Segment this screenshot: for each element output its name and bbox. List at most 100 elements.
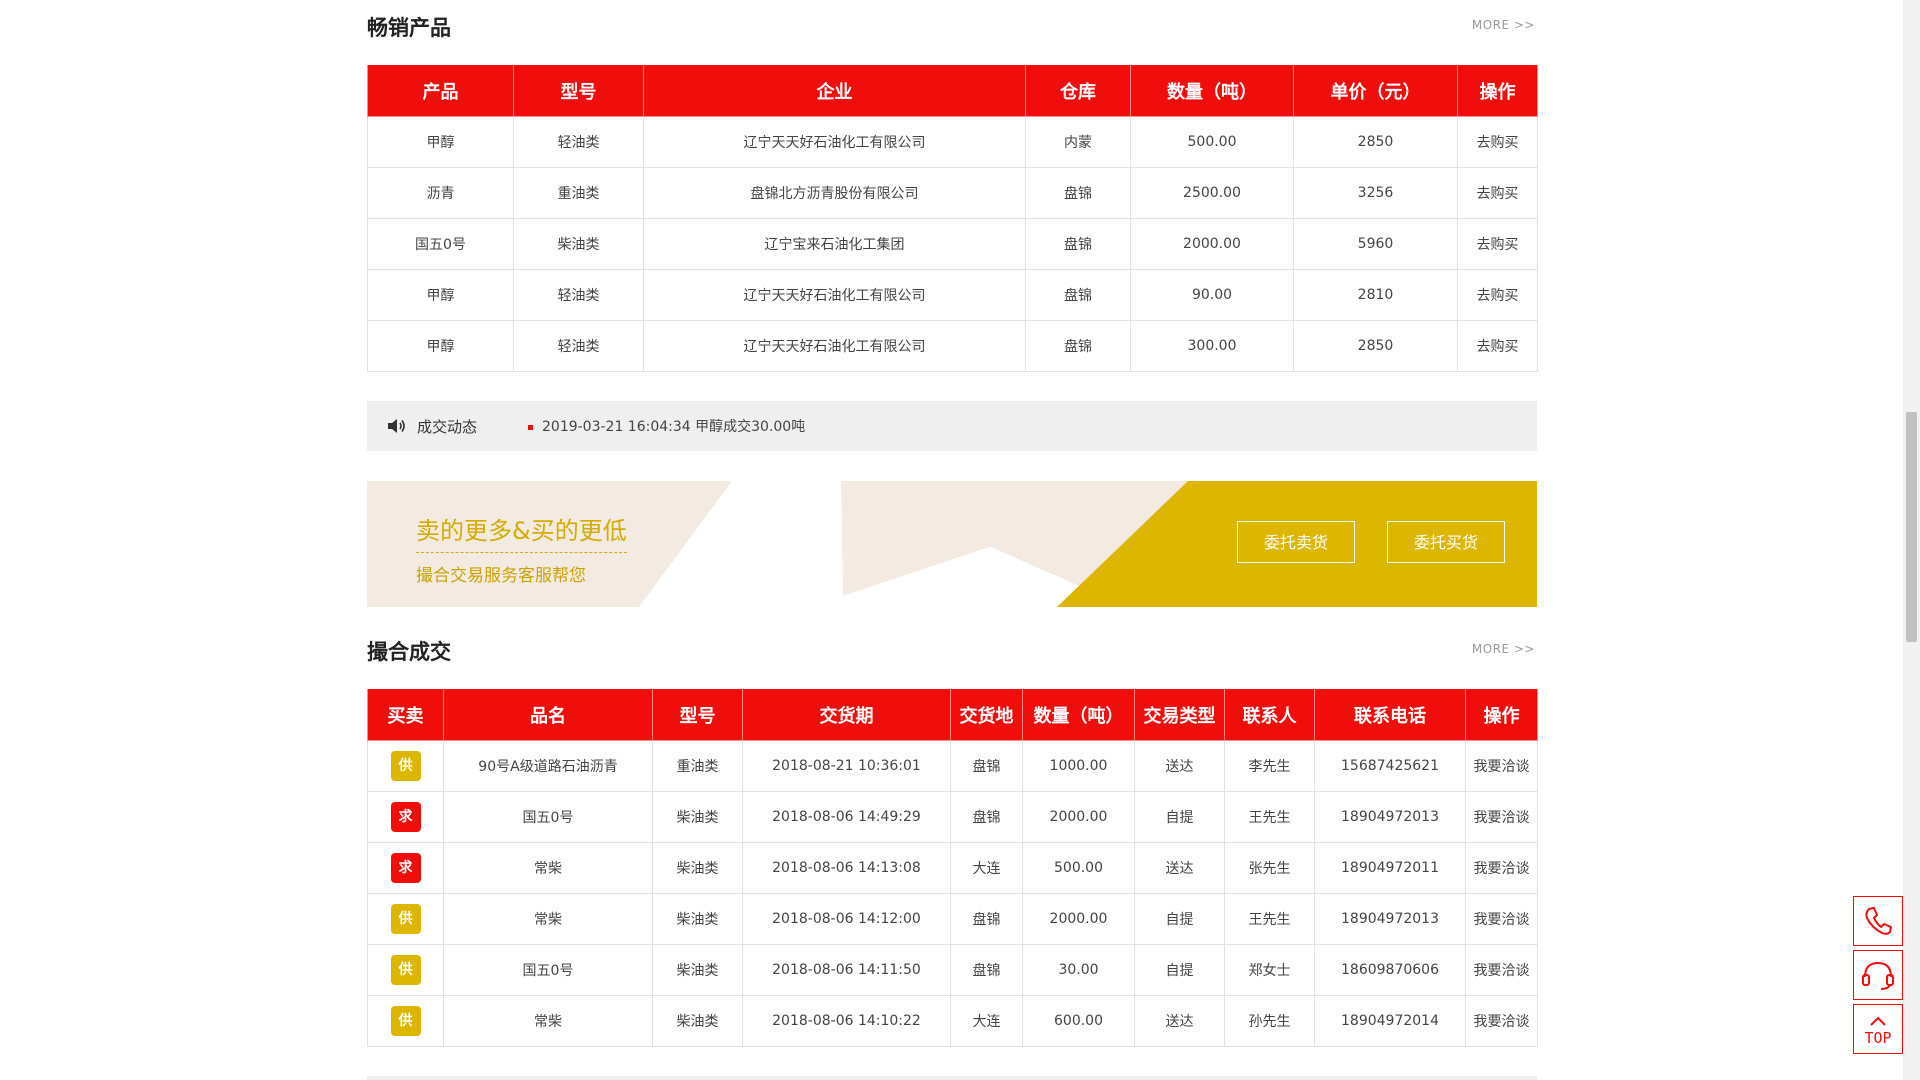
- bestsellers-more-link[interactable]: MORE >>: [1472, 18, 1535, 32]
- cell-model: 柴油类: [513, 218, 644, 270]
- col-header-price: 单价（元）: [1293, 65, 1458, 117]
- table-row: 甲醇 轻油类 辽宁天天好石油化工有限公司 内蒙 500.00 2850 去购买: [367, 116, 1538, 168]
- cell-product: 甲醇: [367, 269, 514, 321]
- phone-icon: [1854, 907, 1902, 949]
- cell-product-name: 90号A级道路石油沥青: [443, 740, 653, 792]
- cell-model: 柴油类: [652, 842, 743, 894]
- buy-link[interactable]: 去购买: [1457, 167, 1538, 219]
- table-row: 甲醇 轻油类 辽宁天天好石油化工有限公司 盘锦 90.00 2810 去购买: [367, 269, 1538, 321]
- cell-model: 重油类: [513, 167, 644, 219]
- matched-header: 撮合成交 MORE >>: [367, 624, 1537, 680]
- col-header-product: 产品: [367, 65, 514, 117]
- demand-tag: 求: [390, 853, 421, 883]
- banner-title: 卖的更多&买的更低: [416, 511, 627, 553]
- arrow-up-icon: [1870, 1011, 1886, 1030]
- matched-more-link[interactable]: MORE >>: [1472, 642, 1535, 656]
- matchmaking-banner: 卖的更多&买的更低 撮合交易服务客服帮您 委托卖货 委托买货: [367, 481, 1537, 607]
- supply-tag: 供: [390, 904, 421, 934]
- cell-model: 轻油类: [513, 269, 644, 321]
- consign-buy-button[interactable]: 委托买货: [1387, 521, 1505, 563]
- buy-link[interactable]: 去购买: [1457, 320, 1538, 372]
- cell-company: 盘锦北方沥青股份有限公司: [643, 167, 1026, 219]
- cell-delivery-date: 2018-08-21 10:36:01: [742, 740, 951, 792]
- cell-trade-type: 送达: [1134, 842, 1225, 894]
- negotiate-link[interactable]: 我要洽谈: [1465, 791, 1538, 843]
- table-row: 供 国五0号 柴油类 2018-08-06 14:11:50 盘锦 30.00 …: [367, 944, 1538, 996]
- phone-button[interactable]: [1853, 896, 1903, 946]
- section-divider: [367, 1076, 1537, 1080]
- buy-link[interactable]: 去购买: [1457, 218, 1538, 270]
- supply-tag: 供: [390, 955, 421, 985]
- cell-buy-sell: 供: [367, 944, 444, 996]
- cell-quantity: 500.00: [1022, 842, 1135, 894]
- cell-delivery-date: 2018-08-06 14:10:22: [742, 995, 951, 1047]
- cell-phone: 15687425621: [1314, 740, 1466, 792]
- customer-service-button[interactable]: [1853, 950, 1903, 1000]
- cell-phone: 18904972013: [1314, 893, 1466, 945]
- deal-news-bullet: [528, 425, 533, 430]
- main-content: 畅销产品 MORE >> 产品 型号 企业 仓库 数量（吨） 单价（元） 操作 …: [367, 0, 1538, 1080]
- col-header-model: 型号: [652, 689, 743, 741]
- col-header-model: 型号: [513, 65, 644, 117]
- col-header-delivery-place: 交货地: [950, 689, 1023, 741]
- bestsellers-table: 产品 型号 企业 仓库 数量（吨） 单价（元） 操作 甲醇 轻油类 辽宁天天好石…: [367, 65, 1538, 372]
- cell-delivery-place: 大连: [950, 842, 1023, 894]
- cell-phone: 18904972013: [1314, 791, 1466, 843]
- cell-product-name: 国五0号: [443, 791, 653, 843]
- negotiate-link[interactable]: 我要洽谈: [1465, 893, 1538, 945]
- page-scrollbar[interactable]: [1903, 0, 1920, 1080]
- cell-contact: 王先生: [1224, 893, 1315, 945]
- cell-warehouse: 盘锦: [1025, 320, 1131, 372]
- speaker-icon: [387, 417, 407, 439]
- cell-delivery-place: 盘锦: [950, 740, 1023, 792]
- cell-delivery-place: 盘锦: [950, 791, 1023, 843]
- col-header-trade-type: 交易类型: [1134, 689, 1225, 741]
- cell-delivery-date: 2018-08-06 14:13:08: [742, 842, 951, 894]
- consign-sell-button[interactable]: 委托卖货: [1237, 521, 1355, 563]
- back-to-top-button[interactable]: TOP: [1853, 1004, 1903, 1054]
- cell-delivery-date: 2018-08-06 14:49:29: [742, 791, 951, 843]
- cell-contact: 王先生: [1224, 791, 1315, 843]
- table-row: 供 常柴 柴油类 2018-08-06 14:12:00 盘锦 2000.00 …: [367, 893, 1538, 945]
- negotiate-link[interactable]: 我要洽谈: [1465, 842, 1538, 894]
- buy-link[interactable]: 去购买: [1457, 269, 1538, 321]
- negotiate-link[interactable]: 我要洽谈: [1465, 944, 1538, 996]
- cell-price: 2850: [1293, 320, 1458, 372]
- col-header-company: 企业: [643, 65, 1026, 117]
- table-row: 沥青 重油类 盘锦北方沥青股份有限公司 盘锦 2500.00 3256 去购买: [367, 167, 1538, 219]
- cell-delivery-place: 盘锦: [950, 893, 1023, 945]
- cell-warehouse: 盘锦: [1025, 269, 1131, 321]
- supply-tag: 供: [390, 751, 421, 781]
- buy-link[interactable]: 去购买: [1457, 116, 1538, 168]
- cell-buy-sell: 供: [367, 893, 444, 945]
- scrollbar-thumb[interactable]: [1906, 412, 1917, 642]
- cell-quantity: 2500.00: [1130, 167, 1294, 219]
- cell-product: 甲醇: [367, 116, 514, 168]
- cell-quantity: 2000.00: [1130, 218, 1294, 270]
- cell-delivery-date: 2018-08-06 14:11:50: [742, 944, 951, 996]
- deal-news-bar: 成交动态 2019-03-21 16:04:34 甲醇成交30.00吨: [367, 401, 1537, 451]
- cell-model: 轻油类: [513, 320, 644, 372]
- cell-product: 国五0号: [367, 218, 514, 270]
- col-header-buy-sell: 买卖: [367, 689, 444, 741]
- cell-model: 柴油类: [652, 995, 743, 1047]
- table-row: 求 国五0号 柴油类 2018-08-06 14:49:29 盘锦 2000.0…: [367, 791, 1538, 843]
- negotiate-link[interactable]: 我要洽谈: [1465, 995, 1538, 1047]
- cell-buy-sell: 供: [367, 740, 444, 792]
- cell-delivery-place: 盘锦: [950, 944, 1023, 996]
- negotiate-link[interactable]: 我要洽谈: [1465, 740, 1538, 792]
- cell-company: 辽宁天天好石油化工有限公司: [643, 116, 1026, 168]
- cell-trade-type: 送达: [1134, 995, 1225, 1047]
- cell-company: 辽宁天天好石油化工有限公司: [643, 269, 1026, 321]
- cell-contact: 孙先生: [1224, 995, 1315, 1047]
- cell-model: 柴油类: [652, 893, 743, 945]
- col-header-delivery-date: 交货期: [742, 689, 951, 741]
- cell-trade-type: 自提: [1134, 791, 1225, 843]
- col-header-contact: 联系人: [1224, 689, 1315, 741]
- col-header-action: 操作: [1465, 689, 1538, 741]
- cell-product: 沥青: [367, 167, 514, 219]
- matched-table: 买卖 品名 型号 交货期 交货地 数量（吨） 交易类型 联系人 联系电话 操作 …: [367, 689, 1538, 1047]
- table-header-row: 产品 型号 企业 仓库 数量（吨） 单价（元） 操作: [367, 65, 1538, 117]
- deal-news-item[interactable]: 2019-03-21 16:04:34 甲醇成交30.00吨: [542, 416, 805, 436]
- banner-subtitle: 撮合交易服务客服帮您: [416, 566, 586, 586]
